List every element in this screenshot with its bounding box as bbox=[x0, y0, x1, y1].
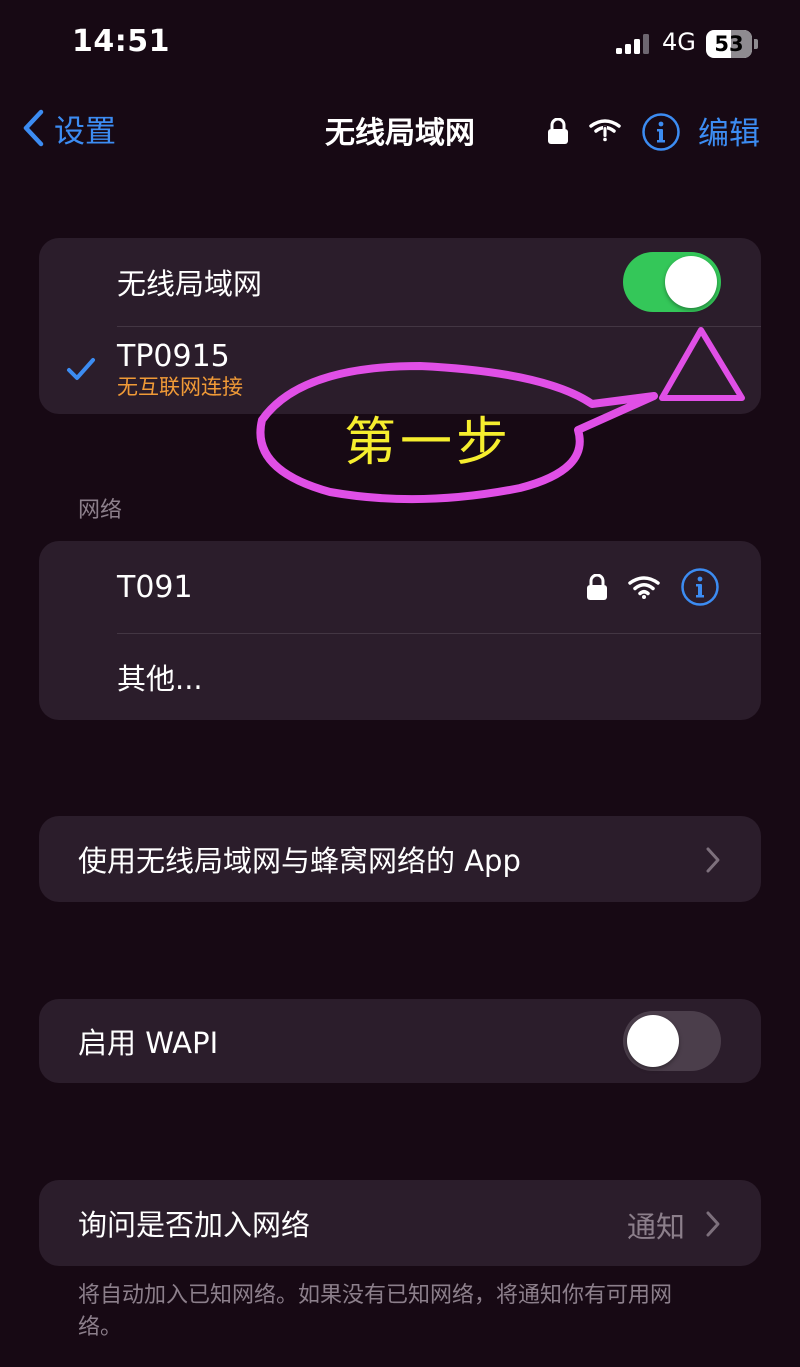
ask-join-row[interactable]: 询问是否加入网络 通知 bbox=[39, 1180, 761, 1266]
lock-icon bbox=[587, 574, 607, 600]
network-type: 4G bbox=[662, 28, 696, 56]
chevron-right-icon bbox=[706, 847, 720, 873]
other-network-label: 其他... bbox=[117, 661, 203, 696]
battery-icon: 53 bbox=[706, 30, 758, 58]
ask-join-card: 询问是否加入网络 通知 bbox=[39, 1180, 761, 1266]
connected-network-name: TP0915 bbox=[117, 339, 230, 374]
network-name: T091 bbox=[117, 569, 193, 605]
apps-row-label: 使用无线局域网与蜂窝网络的 App bbox=[78, 844, 521, 878]
wifi-toggle-label: 无线局域网 bbox=[117, 267, 263, 301]
wapi-label: 启用 WAPI bbox=[78, 1026, 219, 1060]
connected-network-status: 无互联网连接 bbox=[117, 375, 243, 399]
networks-card: T091 其他... bbox=[39, 541, 761, 720]
wapi-card: 启用 WAPI bbox=[39, 999, 761, 1083]
networks-header: 网络 bbox=[78, 498, 123, 523]
ask-join-label: 询问是否加入网络 bbox=[78, 1208, 311, 1242]
apps-card: 使用无线局域网与蜂窝网络的 App bbox=[39, 816, 761, 902]
battery-level: 53 bbox=[714, 32, 744, 56]
wifi-toggle-row: 无线局域网 bbox=[39, 238, 761, 326]
wifi-card: 无线局域网 TP0915 无互联网连接 bbox=[39, 113, 761, 414]
wapi-toggle[interactable] bbox=[623, 1011, 721, 1071]
status-time: 14:51 bbox=[72, 24, 170, 59]
apps-row[interactable]: 使用无线局域网与蜂窝网络的 App bbox=[39, 816, 761, 902]
network-row[interactable]: T091 bbox=[39, 541, 761, 633]
wifi-icon bbox=[628, 576, 660, 599]
cellular-signal-icon bbox=[616, 34, 649, 54]
other-network-row[interactable]: 其他... bbox=[39, 633, 761, 720]
wapi-row: 启用 WAPI bbox=[39, 999, 761, 1083]
ask-join-value: 通知 bbox=[626, 1210, 685, 1244]
footer-note: 将自动加入已知网络。如果没有已知网络，将通知你有可用网络。 bbox=[78, 1283, 673, 1340]
checkmark-icon bbox=[67, 358, 95, 380]
chevron-right-icon bbox=[706, 1211, 720, 1237]
info-icon[interactable] bbox=[680, 567, 720, 607]
edit-button[interactable]: 编辑 bbox=[698, 108, 760, 153]
annotation-text: 第一步 bbox=[344, 413, 513, 473]
wifi-toggle[interactable] bbox=[623, 252, 721, 312]
